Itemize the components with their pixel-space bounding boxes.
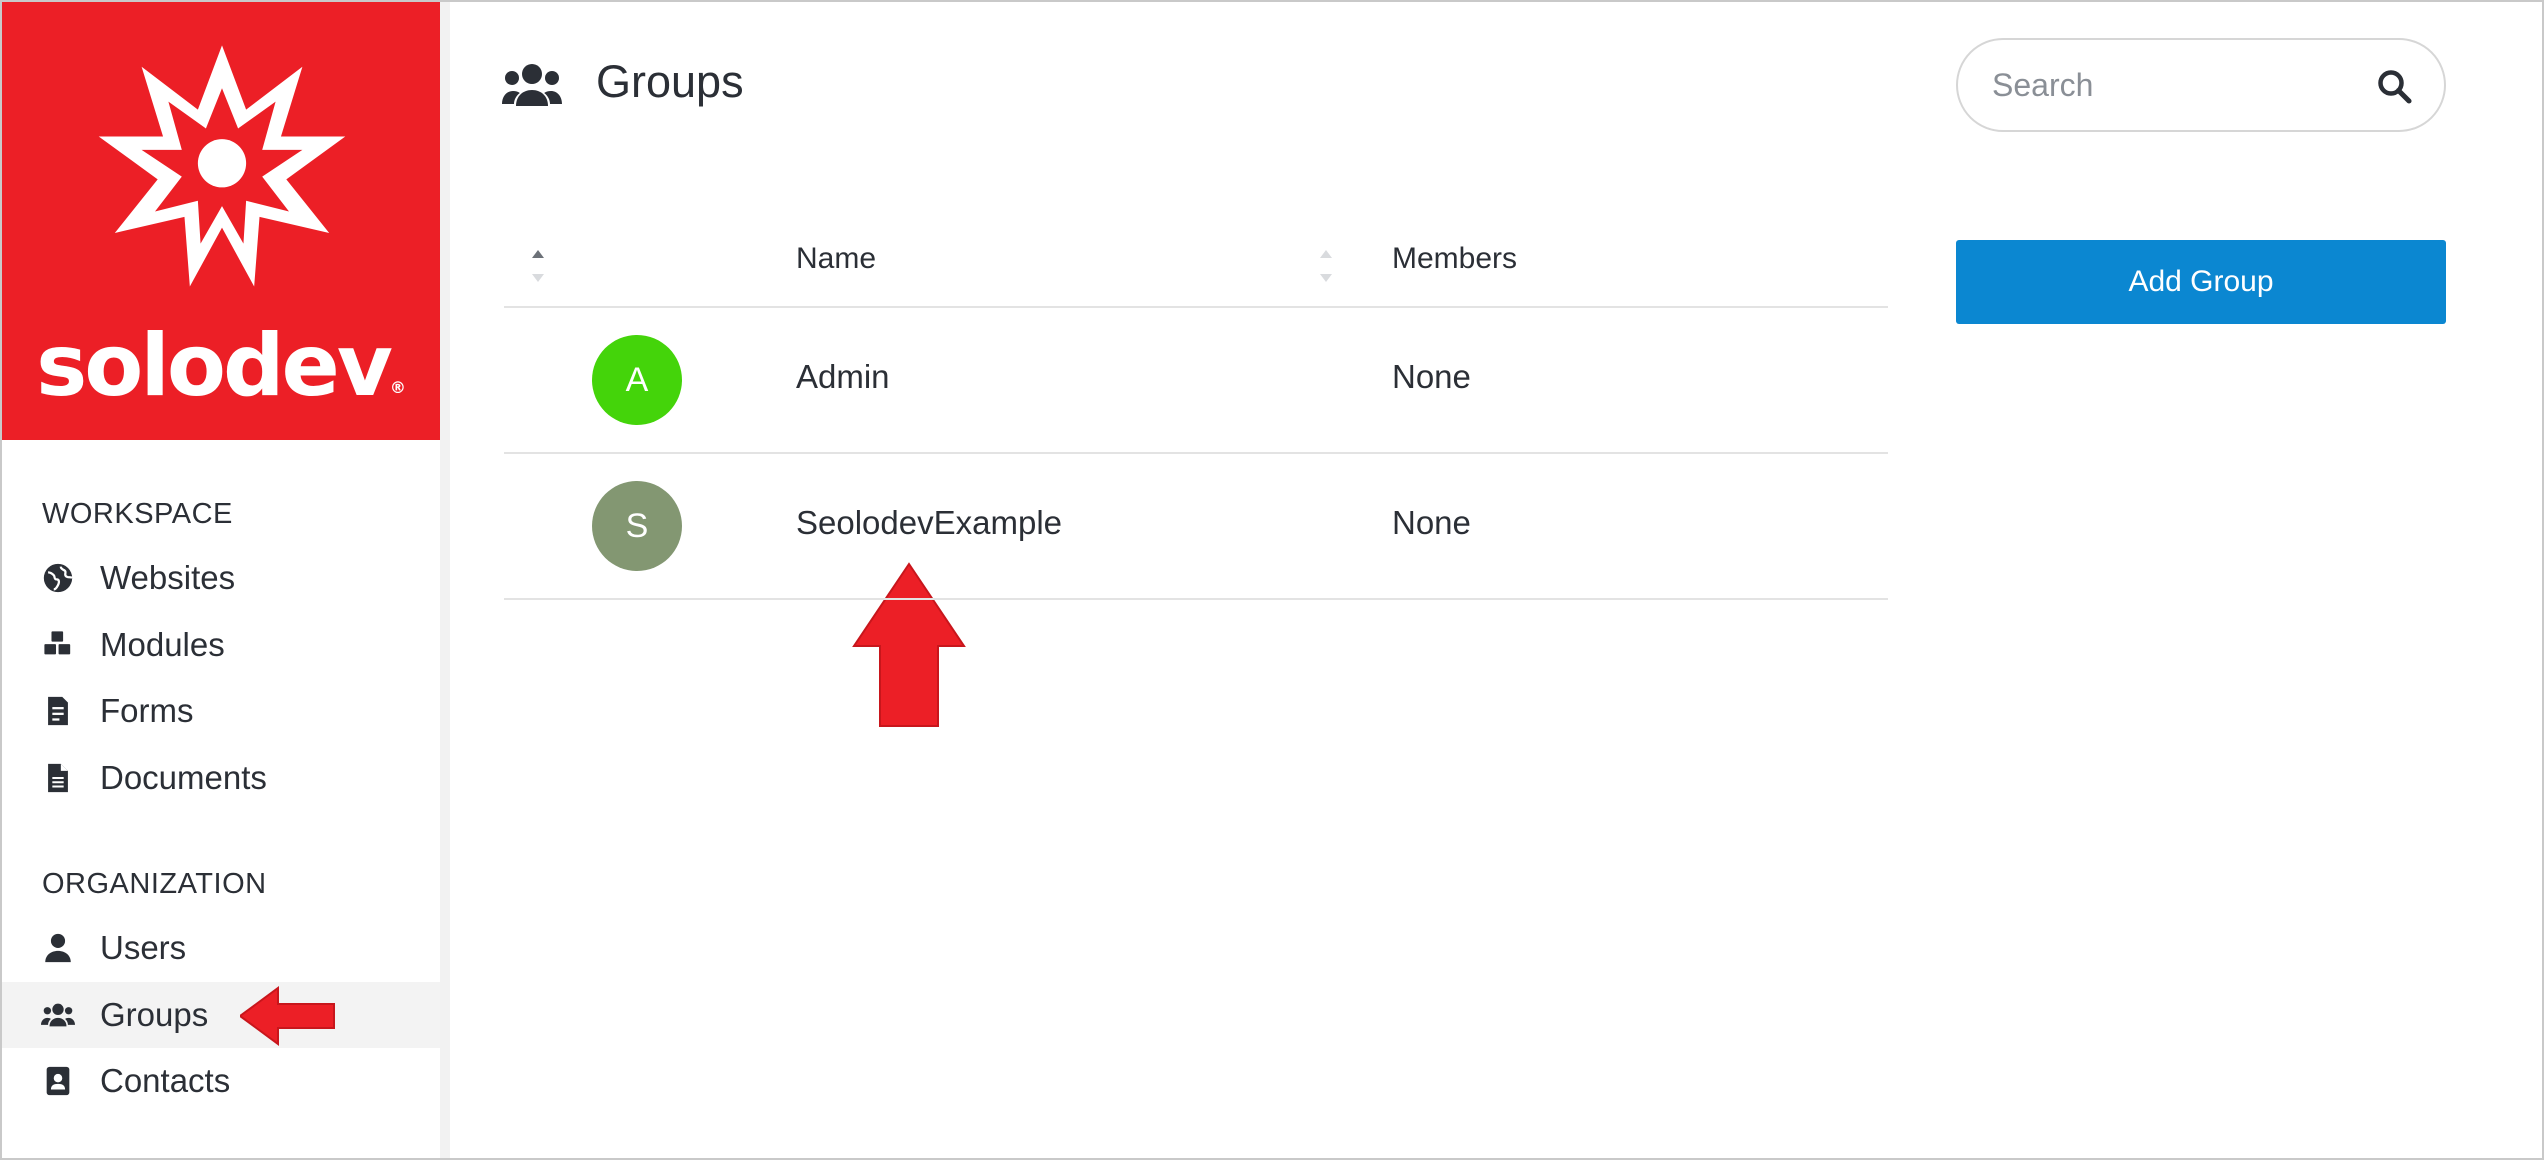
add-group-button[interactable]: Add Group (1956, 240, 2446, 324)
sidebar-item-websites[interactable]: Websites (2, 545, 440, 611)
annotation-arrow-left-icon (240, 986, 335, 1046)
sidebar-item-label: Websites (100, 559, 236, 596)
search-icon[interactable] (2376, 68, 2412, 104)
search-box[interactable] (1956, 38, 2446, 132)
groups-table: Name Members A Admin None S SeolodevExam… (504, 220, 1888, 600)
table-header: Name Members (504, 220, 1888, 308)
brand-name: solodev (36, 316, 393, 416)
sidebar-item-contacts[interactable]: Contacts (2, 1048, 440, 1114)
group-name[interactable]: SeolodevExample (796, 504, 1062, 542)
section-title-workspace: WORKSPACE (42, 498, 233, 530)
table-row[interactable]: S SeolodevExample None (504, 454, 1888, 600)
sidebar-item-label: Documents (100, 759, 267, 796)
group-members: None (1392, 358, 1471, 395)
sidebar: solodev® WORKSPACE Websites Modules Form… (2, 2, 440, 1158)
page-title: Groups (596, 56, 744, 107)
group-members: None (1392, 504, 1471, 541)
sidebar-divider (440, 2, 450, 1158)
sidebar-item-label: Modules (100, 626, 225, 663)
search-input[interactable] (1992, 60, 2352, 110)
sort-icon[interactable] (1318, 246, 1334, 286)
cubes-icon (40, 627, 76, 663)
document-icon (40, 760, 76, 796)
form-icon (40, 693, 76, 729)
contact-card-icon (40, 1063, 76, 1099)
sort-icon[interactable] (530, 246, 546, 286)
brand-logo[interactable]: solodev® (2, 2, 440, 440)
sidebar-item-forms[interactable]: Forms (2, 678, 440, 744)
sidebar-item-groups[interactable]: Groups (2, 982, 440, 1048)
users-icon (40, 997, 76, 1033)
brand-reg-mark: ® (389, 378, 406, 397)
sidebar-item-label: Users (100, 929, 187, 966)
globe-icon (40, 560, 76, 596)
sidebar-item-label: Groups (100, 996, 209, 1033)
user-icon (40, 930, 76, 966)
avatar: A (592, 335, 682, 425)
avatar: S (592, 481, 682, 571)
sidebar-item-label: Forms (100, 692, 194, 729)
groups-header-icon (502, 64, 562, 106)
sidebar-item-modules[interactable]: Modules (2, 612, 440, 678)
section-title-organization: ORGANIZATION (42, 868, 267, 900)
logo-star-icon (98, 45, 346, 287)
group-name[interactable]: Admin (796, 358, 890, 396)
table-row[interactable]: A Admin None (504, 308, 1888, 454)
column-header-members[interactable]: Members (1392, 242, 1517, 276)
brand-wordmark: solodev® (2, 316, 440, 416)
sidebar-item-label: Contacts (100, 1062, 231, 1099)
sidebar-item-documents[interactable]: Documents (2, 745, 440, 811)
column-header-name[interactable]: Name (796, 242, 876, 276)
sidebar-item-users[interactable]: Users (2, 915, 440, 981)
